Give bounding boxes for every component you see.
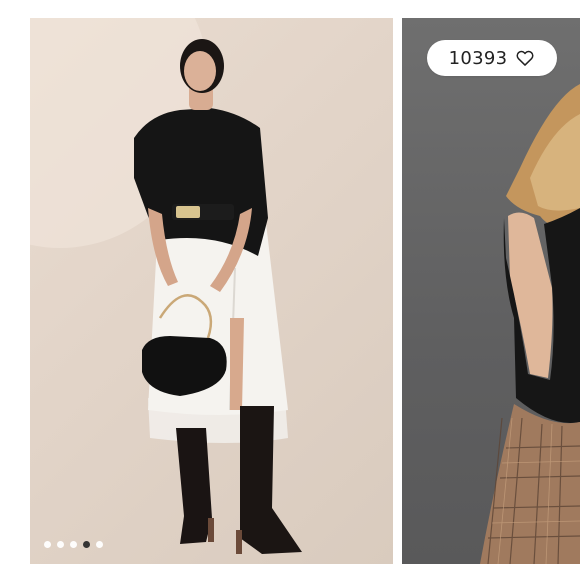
pagination-dot[interactable] (44, 541, 51, 548)
carousel-pagination (44, 541, 103, 548)
pagination-dot[interactable] (96, 541, 103, 548)
product-image-carousel[interactable]: 10393 (0, 0, 580, 580)
like-count: 10393 (448, 47, 508, 69)
product-image-slide-1[interactable] (30, 18, 393, 564)
heart-outline-icon (515, 48, 535, 68)
product-photo (480, 84, 580, 564)
product-photo (30, 18, 302, 554)
product-image-slide-2[interactable]: 10393 (402, 18, 580, 564)
like-button[interactable]: 10393 (427, 40, 557, 76)
pagination-dot[interactable] (70, 541, 77, 548)
pagination-dot-active[interactable] (83, 541, 90, 548)
pagination-dot[interactable] (57, 541, 64, 548)
